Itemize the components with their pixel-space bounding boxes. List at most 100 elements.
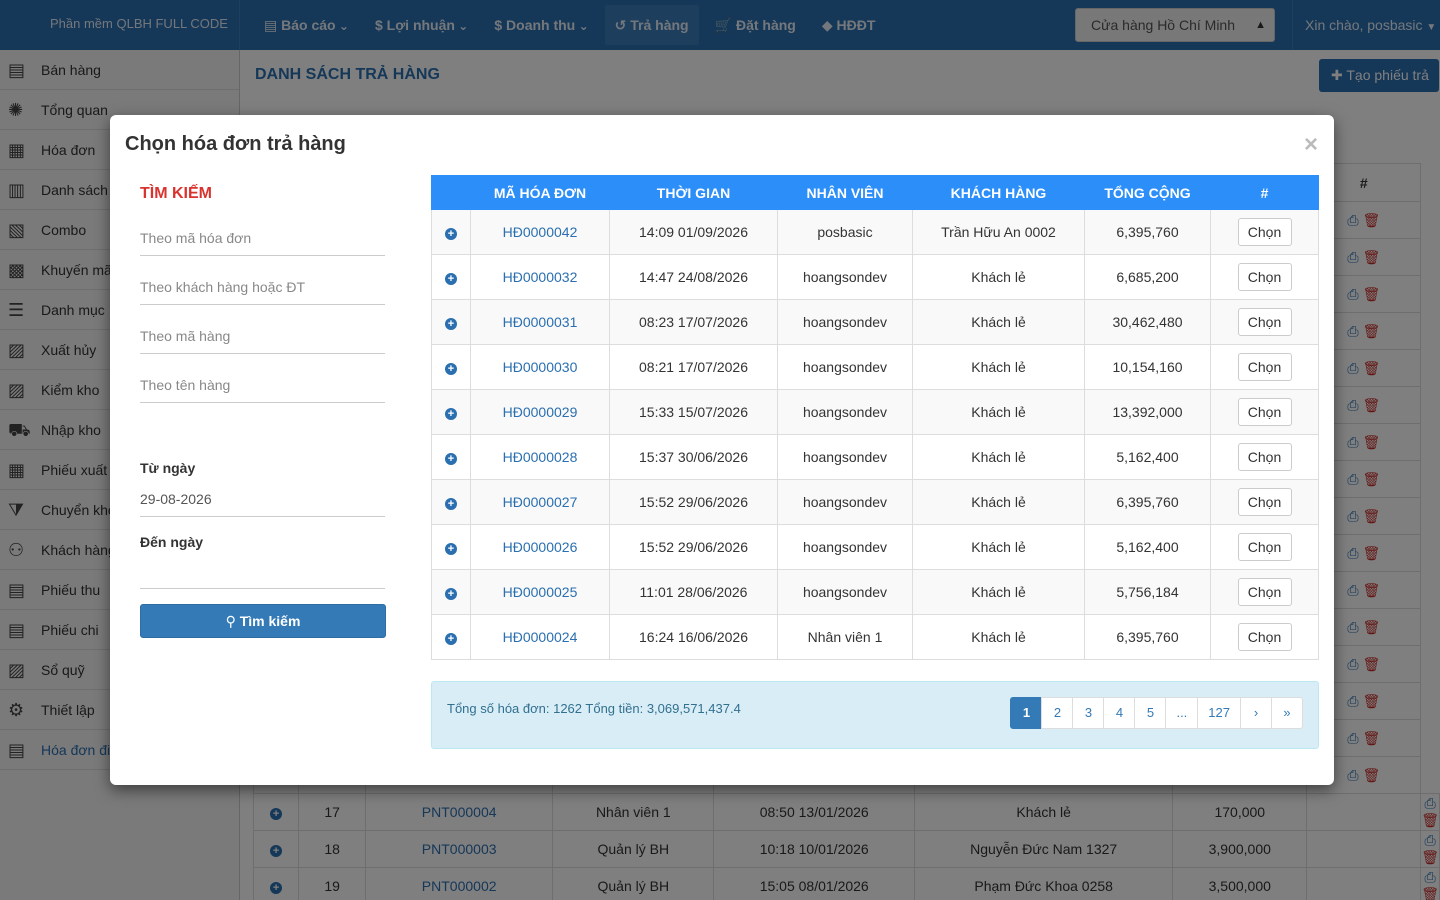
- expand-cell: +: [431, 209, 471, 255]
- col-header-3: NHÂN VIÊN: [777, 175, 913, 210]
- plus-circle-icon[interactable]: +: [445, 543, 457, 555]
- invoice-time: 14:09 01/09/2026: [609, 209, 778, 255]
- select-cell: Chọn: [1210, 524, 1319, 570]
- invoice-customer: Khách lẻ: [912, 344, 1085, 390]
- expand-cell: +: [431, 389, 471, 435]
- invoice-staff: Nhân viên 1: [777, 614, 913, 660]
- invoice-customer: Khách lẻ: [912, 389, 1085, 435]
- select-cell: Chọn: [1210, 434, 1319, 480]
- invoice-time: 14:47 24/08/2026: [609, 254, 778, 300]
- page-button-8[interactable]: »: [1271, 697, 1303, 729]
- invoice-row: + HĐ0000029 15:33 15/07/2026 hoangsondev Khá…: [431, 389, 1319, 435]
- invoice-customer: Khách lẻ: [912, 479, 1085, 525]
- search-icon: ⚲: [225, 613, 236, 629]
- select-invoice-modal: Chọn hóa đơn trả hàng × TÌM KIẾM Từ ngày…: [110, 115, 1334, 785]
- select-invoice-button[interactable]: Chọn: [1237, 308, 1292, 336]
- plus-circle-icon[interactable]: +: [445, 453, 457, 465]
- expand-cell: +: [431, 569, 471, 615]
- plus-circle-icon[interactable]: +: [445, 363, 457, 375]
- invoice-row: + HĐ0000024 16:24 16/06/2026 Nhân viên 1 Khá…: [431, 614, 1319, 660]
- invoice-customer: Khách lẻ: [912, 254, 1085, 300]
- invoice-total: 5,162,400: [1084, 524, 1211, 570]
- search-button[interactable]: ⚲ Tìm kiếm: [140, 604, 386, 638]
- select-invoice-button[interactable]: Chọn: [1237, 218, 1292, 246]
- invoice-code[interactable]: HĐ0000024: [470, 614, 610, 660]
- from-date-label: Từ ngày: [140, 460, 196, 476]
- invoice-code[interactable]: HĐ0000031: [470, 299, 610, 345]
- plus-circle-icon[interactable]: +: [445, 588, 457, 600]
- invoice-total: 6,395,760: [1084, 614, 1211, 660]
- invoice-row: + HĐ0000028 15:37 30/06/2026 hoangsondev Khá…: [431, 434, 1319, 480]
- expand-cell: +: [431, 254, 471, 300]
- invoice-summary-box: Tổng số hóa đơn: 1262 Tổng tiền: 3,069,5…: [431, 681, 1319, 749]
- plus-circle-icon[interactable]: +: [445, 318, 457, 330]
- invoice-staff: hoangsondev: [777, 524, 913, 570]
- select-invoice-button[interactable]: Chọn: [1237, 353, 1292, 381]
- page-button-6[interactable]: 127: [1197, 697, 1241, 729]
- col-header-4: KHÁCH HÀNG: [912, 175, 1085, 210]
- invoice-code[interactable]: HĐ0000032: [470, 254, 610, 300]
- invoice-code[interactable]: HĐ0000025: [470, 569, 610, 615]
- pagination: 1 2 3 4 5... 127 ›»: [1010, 697, 1303, 729]
- invoice-total: 30,462,480: [1084, 299, 1211, 345]
- select-invoice-button[interactable]: Chọn: [1237, 623, 1292, 651]
- invoice-code[interactable]: HĐ0000029: [470, 389, 610, 435]
- invoice-time: 15:33 15/07/2026: [609, 389, 778, 435]
- invoice-code[interactable]: HĐ0000027: [470, 479, 610, 525]
- select-cell: Chọn: [1210, 344, 1319, 390]
- page-button-0[interactable]: 1: [1010, 697, 1043, 729]
- plus-circle-icon[interactable]: +: [445, 408, 457, 420]
- invoice-time: 15:52 29/06/2026: [609, 524, 778, 570]
- product-name-input[interactable]: [140, 367, 385, 403]
- expand-cell: +: [431, 434, 471, 480]
- invoice-code[interactable]: HĐ0000042: [470, 209, 610, 255]
- col-header-5: TỔNG CỘNG: [1084, 175, 1211, 210]
- select-invoice-button[interactable]: Chọn: [1237, 578, 1292, 606]
- close-icon[interactable]: ×: [1304, 133, 1318, 157]
- invoice-time: 08:23 17/07/2026: [609, 299, 778, 345]
- product-code-input[interactable]: [140, 318, 385, 354]
- invoice-code-input[interactable]: [140, 220, 385, 256]
- invoice-staff: hoangsondev: [777, 344, 913, 390]
- page-button-3[interactable]: 4: [1103, 697, 1136, 729]
- invoice-total: 5,162,400: [1084, 434, 1211, 480]
- page-button-2[interactable]: 3: [1072, 697, 1105, 729]
- customer-input[interactable]: [140, 269, 385, 305]
- invoice-customer: Khách lẻ: [912, 569, 1085, 615]
- invoice-code[interactable]: HĐ0000030: [470, 344, 610, 390]
- invoice-customer: Khách lẻ: [912, 524, 1085, 570]
- invoice-code[interactable]: HĐ0000026: [470, 524, 610, 570]
- page-button-5[interactable]: ...: [1165, 697, 1199, 729]
- select-invoice-button[interactable]: Chọn: [1237, 398, 1292, 426]
- select-invoice-button[interactable]: Chọn: [1237, 533, 1292, 561]
- invoice-row: + HĐ0000031 08:23 17/07/2026 hoangsondev Khá…: [431, 299, 1319, 345]
- page-button-4[interactable]: 5: [1134, 697, 1167, 729]
- to-date-input[interactable]: [140, 553, 385, 589]
- invoice-time: 11:01 28/06/2026: [609, 569, 778, 615]
- select-cell: Chọn: [1210, 479, 1319, 525]
- plus-circle-icon[interactable]: +: [445, 633, 457, 645]
- invoice-total: 13,392,000: [1084, 389, 1211, 435]
- invoice-customer: Trần Hữu An 0002: [912, 209, 1085, 255]
- page-button-1[interactable]: 2: [1041, 697, 1074, 729]
- select-invoice-button[interactable]: Chọn: [1237, 263, 1292, 291]
- invoice-time: 08:21 17/07/2026: [609, 344, 778, 390]
- invoice-row: + HĐ0000025 11:01 28/06/2026 hoangsondev Khá…: [431, 569, 1319, 615]
- search-heading: TÌM KIẾM: [140, 185, 212, 202]
- expand-cell: +: [431, 614, 471, 660]
- invoice-customer: Khách lẻ: [912, 434, 1085, 480]
- select-invoice-button[interactable]: Chọn: [1237, 443, 1292, 471]
- invoice-row: + HĐ0000030 08:21 17/07/2026 hoangsondev Khá…: [431, 344, 1319, 390]
- invoice-row: + HĐ0000026 15:52 29/06/2026 hoangsondev Khá…: [431, 524, 1319, 570]
- invoice-code[interactable]: HĐ0000028: [470, 434, 610, 480]
- plus-circle-icon[interactable]: +: [445, 498, 457, 510]
- invoice-time: 16:24 16/06/2026: [609, 614, 778, 660]
- expand-cell: +: [431, 524, 471, 570]
- invoice-total: 10,154,160: [1084, 344, 1211, 390]
- invoice-staff: hoangsondev: [777, 254, 913, 300]
- plus-circle-icon[interactable]: +: [445, 273, 457, 285]
- page-button-7[interactable]: ›: [1240, 697, 1272, 729]
- select-invoice-button[interactable]: Chọn: [1237, 488, 1292, 516]
- from-date-input[interactable]: [140, 481, 385, 517]
- plus-circle-icon[interactable]: +: [445, 228, 457, 240]
